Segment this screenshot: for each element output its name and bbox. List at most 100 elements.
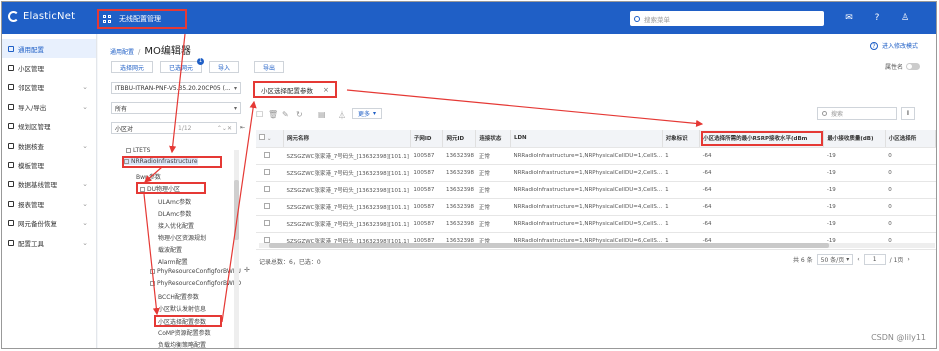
tree-node-label: 小区默认发射信息 <box>158 306 207 313</box>
tree-node[interactable]: 接入优化配置 <box>158 221 194 230</box>
tree-node[interactable]: LTETS <box>126 147 150 154</box>
edit-icon[interactable]: ✎ <box>282 110 289 119</box>
tab-cell-selection[interactable]: 小区选择配置参数 × <box>253 81 337 98</box>
table-cell: 100587 <box>410 164 443 182</box>
import-export-icon <box>8 103 14 110</box>
tree-nav-icon[interactable]: ⌃⌄✕ <box>217 125 232 132</box>
sidebar-item-data-check[interactable]: 数据核查 ⌄ <box>2 136 96 155</box>
sidebar-item-neighbor-mgmt[interactable]: 邻区管理 ⌄ <box>2 78 96 97</box>
sidebar-item-config-tools[interactable]: 配置工具 ⌄ <box>2 233 96 252</box>
table-row[interactable]: SZSGZWC张家港_7号码头_[13632398][101.1] 100587… <box>256 198 936 216</box>
import-button[interactable]: 导入 <box>209 61 239 73</box>
col-header[interactable]: LDN <box>510 130 663 148</box>
row-checkbox-cell[interactable] <box>256 147 284 165</box>
node-icon <box>126 148 131 153</box>
sidebar-item-baseline-mgmt[interactable]: 数据基线管理 ⌄ <box>2 175 96 194</box>
columns-icon[interactable]: ⦀ <box>901 107 915 120</box>
tree-node[interactable]: CoMP资源配置参数 <box>158 328 211 337</box>
tree-node[interactable]: PhyResourceConfigforBWPD <box>150 280 241 287</box>
row-checkbox-cell[interactable] <box>256 164 284 182</box>
col-header[interactable]: 网元ID <box>442 130 477 148</box>
col-header[interactable]: 对象标识 <box>662 130 701 148</box>
close-icon[interactable]: × <box>323 86 329 94</box>
page-input[interactable]: 1 <box>863 254 886 265</box>
user-icon[interactable]: ♙ <box>900 13 910 23</box>
next-page-icon[interactable]: › <box>907 256 909 263</box>
col-header[interactable]: 连接状态 <box>475 130 511 148</box>
tree-scrollbar[interactable] <box>234 150 239 348</box>
tree-node[interactable]: Alarm配置 <box>158 257 188 266</box>
tree-node-label: ULAmc参数 <box>158 199 192 206</box>
tree-node[interactable]: Bwp参数 <box>136 172 161 181</box>
scrollbar-thumb[interactable] <box>269 243 829 248</box>
copy-icon[interactable]: ▤ <box>318 110 326 119</box>
ne-version-select[interactable]: ITBBU-ITRAN-PNF-V5.35.20.20CP05 (... ▾ <box>111 82 241 94</box>
col-header-highlighted[interactable]: 小区选择所需的最小RSRP接收水平(dBm <box>699 130 825 148</box>
row-checkbox-cell[interactable] <box>256 198 284 216</box>
menu-search-input[interactable]: 搜索菜单 <box>630 11 824 26</box>
help-icon[interactable]: ? <box>872 13 882 23</box>
attr-name-toggle[interactable] <box>906 63 920 70</box>
tree-node[interactable]: 小区默认发射信息 <box>158 304 206 313</box>
col-header[interactable]: 网元名称 <box>283 130 411 148</box>
row-checkbox[interactable] <box>264 151 270 158</box>
tree-node[interactable]: 负载均衡策略配置 <box>158 340 206 348</box>
delete-icon[interactable]: 🗑 <box>268 110 278 119</box>
tree-node[interactable]: 物理小区资源规划 <box>158 233 206 242</box>
tree-node[interactable]: 载波配置 <box>158 245 182 254</box>
table-cell: SZSGZWC张家港_7号码头_[13632398][101.1] <box>283 164 411 182</box>
page-size-value: 50 条/页 <box>820 257 845 264</box>
col-header[interactable]: 小区选择所 <box>885 130 936 148</box>
sidebar-item-backup-restore[interactable]: 网元备份恢复 ⌄ <box>2 214 96 233</box>
row-checkbox[interactable] <box>264 202 270 209</box>
breadcrumb-link[interactable]: 通用配置 <box>110 47 134 56</box>
col-header[interactable]: 最小接收质量(dB) <box>823 130 886 148</box>
more-button[interactable]: 更多 ▾ <box>352 108 383 119</box>
total-count: 共 6 条 <box>793 257 813 264</box>
tree-node[interactable]: ULAmc参数 <box>158 197 191 206</box>
edit-mode-link[interactable]: ? 进入修改模式 <box>869 41 918 50</box>
wireless-config-menu[interactable]: 无线配置管理 <box>97 9 187 29</box>
prev-page-icon[interactable]: ‹ <box>857 256 859 263</box>
export-label: 导出 <box>262 64 275 72</box>
tree-node[interactable]: PhyResourceConfigforBWPU <box>150 268 241 275</box>
table-row[interactable]: SZSGZWC张家港_7号码头_[13632398][101.1] 100587… <box>256 181 936 199</box>
select-ne-button[interactable]: 选择网元 <box>111 61 153 73</box>
tree-node[interactable]: BCCH配置参数 <box>158 292 199 301</box>
refresh-icon[interactable]: ↻ <box>296 110 303 119</box>
scope-select[interactable]: 所有 ▾ <box>111 102 241 114</box>
table-header-row: ⌄ 网元名称 子网ID 网元ID 连接状态 LDN 对象标识 小区选择所需的最小… <box>256 130 936 148</box>
row-checkbox[interactable] <box>264 219 270 226</box>
tree-node[interactable]: DLAmc参数 <box>158 209 191 218</box>
sidebar-item-planning-area[interactable]: 规划区管理 <box>2 117 96 136</box>
resize-handle-icon[interactable]: ✛ <box>244 266 250 274</box>
row-checkbox-cell[interactable] <box>256 181 284 199</box>
collapse-icon[interactable]: ⇤ <box>240 124 245 131</box>
horizontal-scrollbar[interactable] <box>259 243 935 248</box>
sidebar-item-general-config[interactable]: 通用配置 <box>2 39 96 59</box>
row-checkbox[interactable] <box>264 236 270 243</box>
table-row[interactable]: SZSGZWC张家港_7号码头_[13632398][101.1] 100587… <box>256 215 936 233</box>
mail-icon[interactable]: ✉ <box>844 13 854 23</box>
table-row[interactable]: SZSGZWC张家港_7号码头_[13632398][101.1] 100587… <box>256 147 936 165</box>
selected-ne-button[interactable]: 已选网元 1 <box>160 58 204 73</box>
row-checkbox-cell[interactable] <box>256 215 284 233</box>
row-checkbox[interactable] <box>264 168 270 175</box>
table-row[interactable]: SZSGZWC张家港_7号码头_[13632398][101.1] 100587… <box>256 164 936 182</box>
row-checkbox[interactable] <box>264 185 270 192</box>
select-all-cell[interactable]: ⌄ <box>256 130 284 148</box>
sidebar-item-cell-mgmt[interactable]: 小区管理 <box>2 58 96 77</box>
sidebar-item-import-export[interactable]: 导入/导出 ⌄ <box>2 97 96 116</box>
page-size-select[interactable]: 50 条/页 ▾ <box>816 254 854 265</box>
col-header[interactable]: 子网ID <box>410 130 444 148</box>
table-cell: 正常 <box>475 215 511 233</box>
sidebar-item-template-mgmt[interactable]: 模板管理 <box>2 155 96 174</box>
select-all-checkbox[interactable] <box>259 134 265 141</box>
tree-search-input[interactable]: 小区对 1/12 ⌃⌄✕ <box>111 122 237 134</box>
filter-icon[interactable]: ⏃ <box>338 110 346 121</box>
app-logo[interactable]: ElasticNet <box>8 11 75 22</box>
export-button[interactable]: 导出 <box>254 61 284 73</box>
checkbox-icon[interactable]: ☐ <box>256 110 263 119</box>
table-search-input[interactable]: 搜索 <box>817 107 897 120</box>
sidebar-item-report-mgmt[interactable]: 报表管理 ⌄ <box>2 194 96 213</box>
